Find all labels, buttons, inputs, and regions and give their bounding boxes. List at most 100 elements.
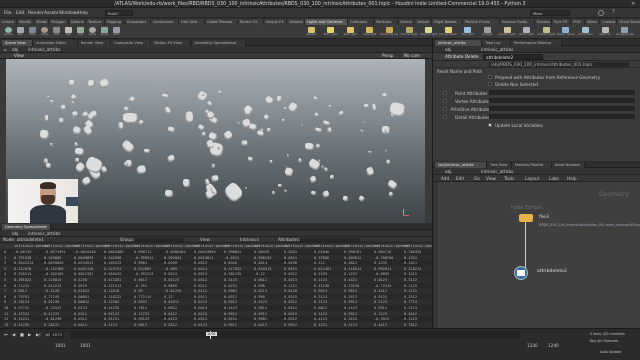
tool-4[interactable]: Geometry Light [380, 27, 398, 37]
network-menu-view[interactable]: View [486, 176, 496, 181]
sphere-tool[interactable]: Sphere [3, 27, 14, 37]
table-row[interactable]: 13 0.41235 0.18231 0.0412 0.1123 0.9812 0.0312… [0, 321, 432, 328]
detail-attr-field[interactable] [489, 114, 635, 119]
curve-tool[interactable]: Curve [99, 27, 110, 37]
stop-icon[interactable]: ■ [20, 332, 24, 337]
menu-edit[interactable]: Edit [16, 11, 25, 16]
null-tool[interactable]: Null [63, 27, 74, 37]
table-cell: 0.0315 [284, 255, 297, 260]
jump-start-icon[interactable]: ⏮ [4, 332, 8, 337]
network-menu-layout[interactable]: Layout [525, 176, 539, 181]
menu-render[interactable]: Render [28, 11, 44, 16]
step-forward-icon[interactable]: ▶| [36, 332, 41, 337]
update-local-checkbox[interactable] [488, 123, 492, 127]
path-node[interactable]: intrinsic_attribs [28, 47, 60, 52]
tool-0[interactable]: Camera [302, 27, 320, 37]
net-path-node[interactable]: intrinsic_attribs [481, 169, 513, 174]
network-view[interactable]: Geometry Indie Edition file3 RBDS_030_10… [433, 182, 640, 328]
tool-16[interactable]: Gamepad Camera [616, 27, 634, 37]
network-menu-help[interactable]: Help [567, 176, 577, 181]
tool-1[interactable]: Point Light [322, 27, 340, 37]
param-path-root[interactable]: obj [445, 47, 451, 52]
close-window-icon[interactable]: ✕ [631, 1, 637, 7]
net-path-root[interactable]: obj [445, 169, 451, 174]
network-menu-edit[interactable]: Edit [456, 176, 464, 181]
vertex-attr-field[interactable] [489, 98, 635, 103]
grid-tool[interactable]: Grid [51, 27, 62, 37]
circle-tool[interactable]: Circle [87, 27, 98, 37]
prepend-checkbox[interactable] [488, 75, 492, 79]
timeline-track[interactable]: 1091 [70, 331, 520, 339]
tube-tool[interactable]: Tube [27, 27, 38, 37]
table-cell: 0.9912 [224, 311, 237, 316]
box-tool[interactable]: Box [15, 27, 26, 37]
table-cell: 0.0215 [284, 294, 297, 299]
network-menu-go[interactable]: Go [474, 176, 480, 181]
range-end2-label[interactable]: 1240 [548, 343, 559, 348]
tool-2[interactable]: Spot Light [341, 27, 359, 37]
range-end-label[interactable]: 1240 [527, 343, 538, 348]
desktop-dropdown[interactable]: Main [530, 10, 570, 16]
tool-3[interactable]: Area Light [361, 27, 379, 37]
detail-attr-checkbox[interactable] [443, 115, 447, 119]
tool-12[interactable]: Ambient Light [537, 27, 555, 37]
network-menu-tools[interactable]: Tools [504, 176, 514, 181]
home-icon[interactable]: ⌂ [4, 47, 7, 52]
network-menu-labs[interactable]: Labs [549, 176, 559, 181]
step-back-icon[interactable]: ◀ [12, 332, 15, 337]
file3-bypass-flag[interactable] [516, 215, 519, 221]
geometry-spreadsheet[interactable]: intrinsic:packed intrinsic:packed intrinsi… [0, 243, 439, 328]
tool-8[interactable]: Sky Light [459, 27, 477, 37]
range-start-label[interactable]: 1001 [55, 343, 66, 348]
tool-9[interactable]: GI Light [478, 27, 496, 37]
point-attr-checkbox[interactable] [443, 91, 447, 95]
build-dropdown[interactable]: Build [105, 10, 133, 16]
help-icon[interactable]: ? [612, 9, 615, 15]
intrinsics-menu[interactable]: Intrinsics [240, 237, 259, 242]
tool-7[interactable]: Environment Light [439, 27, 457, 37]
tool-14[interactable]: VR Camera [576, 27, 594, 37]
tool-15[interactable]: Switcher [596, 27, 614, 37]
table-cell: 0.31231 [14, 317, 30, 322]
line-tool[interactable]: Line [75, 27, 86, 37]
network-menu-add[interactable]: Add [441, 176, 449, 181]
menu-file[interactable]: File [4, 11, 11, 16]
sync-icon[interactable] [598, 10, 604, 16]
menu-assets[interactable]: Assets [44, 11, 58, 16]
tool-5[interactable]: Volume Light [400, 27, 418, 37]
attributes-filter-input[interactable] [300, 238, 360, 242]
debris-chunk [312, 95, 318, 102]
persp-menu[interactable]: Persp [382, 53, 394, 58]
path-root[interactable]: obj [12, 47, 18, 52]
delete-non-selected-checkbox[interactable] [488, 82, 492, 86]
current-frame-field[interactable]: 1073 [50, 332, 64, 338]
primitive-attr-field[interactable] [489, 106, 635, 111]
menu-windows[interactable]: Windows [59, 11, 79, 16]
range-start2-label[interactable]: 1001 [80, 343, 91, 348]
path-tool[interactable]: Path [111, 27, 122, 37]
group-field[interactable]: /obj/RBDS_030_100_intrinsicAttributes_00… [489, 62, 629, 67]
sheet-path-root[interactable]: obj [12, 231, 18, 236]
tool-label: Geometry Light [380, 33, 398, 36]
param-path-node[interactable]: intrinsic_attribs [481, 47, 513, 52]
key-all-channels-label[interactable]: Key All Channels [590, 339, 618, 343]
group-input[interactable] [134, 238, 184, 242]
file3-node[interactable] [519, 214, 533, 222]
debris-chunk [80, 113, 84, 117]
camera-menu[interactable]: No cam [404, 53, 420, 58]
torus-tool[interactable]: Torus [39, 27, 50, 37]
view-menu[interactable]: View [200, 237, 210, 242]
sheet-path-node[interactable]: intrinsic_attribs [28, 231, 60, 236]
tool-13[interactable]: Stereo Camera [557, 27, 575, 37]
play-icon[interactable]: ▶ [28, 332, 31, 337]
node-name-field[interactable]: attribdelete2 [483, 54, 543, 60]
menu-help[interactable]: Help [78, 11, 88, 16]
tool-10[interactable]: Caustic Light [498, 27, 516, 37]
point-attr-field[interactable] [489, 90, 635, 95]
vertex-attr-checkbox[interactable] [443, 99, 447, 103]
tool-11[interactable]: Portal Light [518, 27, 536, 37]
scene-viewport[interactable] [0, 59, 432, 223]
auto-update-menu[interactable]: Auto Update [600, 350, 621, 354]
tool-6[interactable]: Distant Light [420, 27, 438, 37]
primitive-attr-checkbox[interactable] [443, 107, 447, 111]
